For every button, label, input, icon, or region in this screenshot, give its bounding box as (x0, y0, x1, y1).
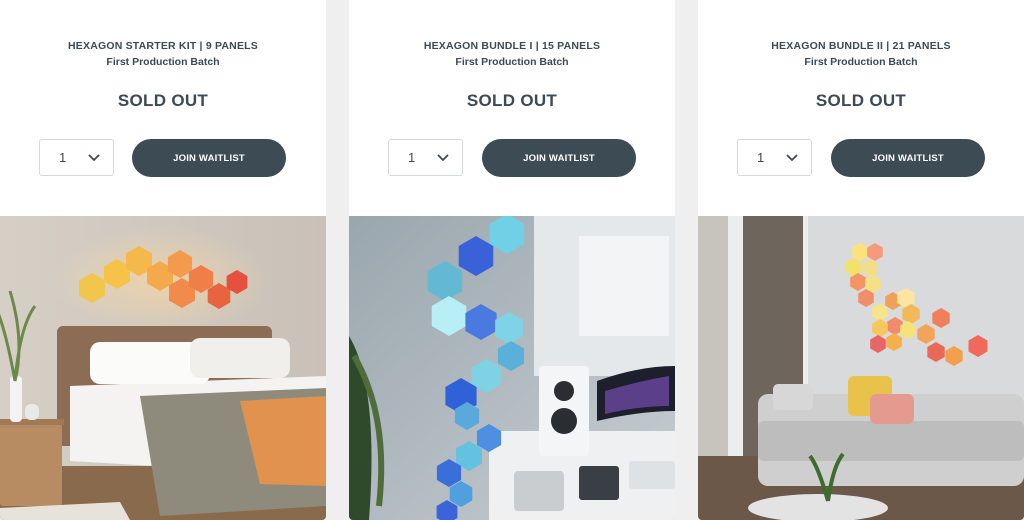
product-card-header: HEXAGON BUNDLE II | 21 PANELS First Prod… (698, 0, 1024, 216)
product-card-bundle-2: HEXAGON BUNDLE II | 21 PANELS First Prod… (698, 0, 1024, 520)
product-card-starter-kit: HEXAGON STARTER KIT | 9 PANELS First Pro… (0, 0, 326, 520)
product-image-studio[interactable] (349, 216, 675, 520)
product-title[interactable]: HEXAGON BUNDLE I | 15 PANELS (349, 40, 675, 52)
product-image-bedroom[interactable] (0, 216, 326, 520)
chevron-down-icon (437, 154, 449, 162)
sold-out-status: SOLD OUT (466, 91, 558, 110)
quantity-select[interactable]: 1 (388, 139, 463, 176)
sold-out-status: SOLD OUT (815, 91, 907, 110)
product-card-bundle-1: HEXAGON BUNDLE I | 15 PANELS First Produ… (349, 0, 675, 520)
quantity-select[interactable]: 1 (39, 139, 114, 176)
product-card-header: HEXAGON BUNDLE I | 15 PANELS First Produ… (349, 0, 675, 216)
product-subtitle: First Production Batch (804, 56, 918, 68)
sold-out-status: SOLD OUT (117, 91, 209, 110)
join-waitlist-button[interactable]: JOIN WAITLIST (132, 139, 286, 177)
join-waitlist-button[interactable]: JOIN WAITLIST (482, 139, 636, 177)
join-waitlist-button[interactable]: JOIN WAITLIST (831, 139, 985, 177)
product-subtitle: First Production Batch (106, 56, 220, 68)
quantity-value: 1 (757, 150, 765, 165)
product-subtitle: First Production Batch (455, 56, 569, 68)
product-image-living-room[interactable] (698, 216, 1024, 520)
quantity-value: 1 (408, 150, 416, 165)
chevron-down-icon (88, 154, 100, 162)
product-card-header: HEXAGON STARTER KIT | 9 PANELS First Pro… (0, 0, 326, 216)
quantity-select[interactable]: 1 (737, 139, 812, 176)
quantity-value: 1 (59, 150, 67, 165)
chevron-down-icon (786, 154, 798, 162)
product-title[interactable]: HEXAGON BUNDLE II | 21 PANELS (698, 40, 1024, 52)
product-title[interactable]: HEXAGON STARTER KIT | 9 PANELS (0, 40, 326, 52)
